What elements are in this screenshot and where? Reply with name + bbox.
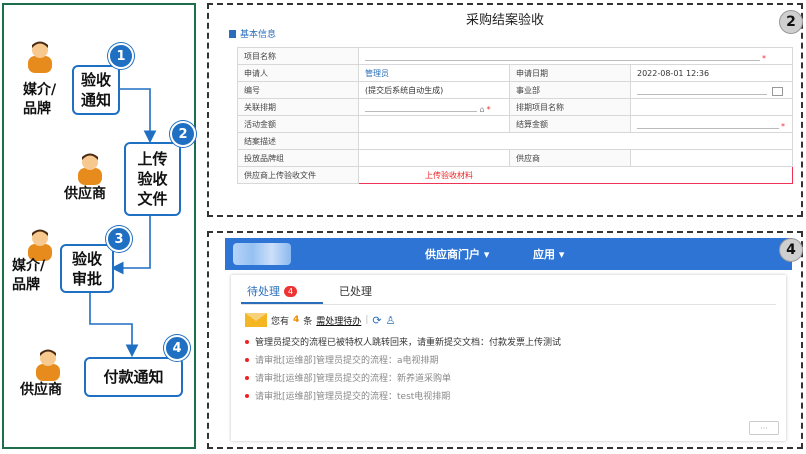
person-avatar-icon — [28, 41, 52, 73]
todo-item[interactable]: 请审批[运维部]管理员提交的流程：test电视排期 — [245, 389, 450, 402]
actor-supplier: 供应商 — [64, 186, 106, 202]
nav-supplier-portal[interactable]: 供应商门户 ▾ — [425, 246, 489, 262]
refresh-icon[interactable]: ⟳ — [372, 314, 381, 327]
step-acceptance-notice: 验收 通知 — [72, 65, 120, 115]
applicant-value[interactable]: 管理员 — [358, 64, 510, 82]
step-number-badge: 2 — [170, 121, 196, 147]
upload-acceptance-materials[interactable]: 上传验收材料 — [358, 166, 793, 184]
todo-item[interactable]: 请审批[运维部]管理员提交的流程：a电视排期 — [245, 353, 439, 366]
bullet-icon — [245, 375, 249, 380]
todo-item-text[interactable]: 请审批[运维部]管理员提交的流程：a电视排期 — [255, 353, 439, 366]
field-label: 排期项目名称 — [509, 98, 631, 116]
section-label: 基本信息 — [240, 30, 277, 40]
document-icon — [229, 29, 236, 38]
actor-media-brand: 媒介/ 品牌 — [12, 258, 46, 293]
person-avatar-icon — [78, 153, 102, 185]
form-row: 项目名称 * — [237, 47, 793, 65]
supplier-value — [630, 149, 793, 167]
acceptance-form-panel: 2 采购结案验收 基本信息 项目名称 * 申请人 管理员 申请日期 2022-0… — [207, 3, 803, 217]
picker-icon[interactable] — [771, 86, 783, 96]
bullet-icon — [245, 339, 249, 344]
form-title: 采购结案验收 — [465, 13, 544, 28]
form-row: 供应商上传验收文件 上传验收材料 — [237, 166, 793, 184]
department-input[interactable] — [630, 81, 793, 99]
pending-count-badge: 4 — [284, 286, 298, 297]
serial-number-value: (提交后系统自动生成) — [358, 81, 510, 99]
tab-divider — [241, 304, 776, 305]
envelope-icon — [245, 313, 267, 327]
field-label: 供应商上传验收文件 — [237, 166, 359, 184]
summary-prefix: 您有 — [271, 316, 290, 327]
more-button[interactable]: ··· — [749, 421, 779, 435]
person-avatar-icon — [28, 229, 52, 261]
section-basic-info: 基本信息 — [229, 27, 276, 40]
step-acceptance-approval: 验收 审批 — [60, 244, 114, 293]
field-label: 结案描述 — [237, 132, 359, 150]
user-icon[interactable]: ♙ — [386, 314, 396, 327]
form-row: 关联排期 ⌂ * 排期项目名称 — [237, 98, 793, 116]
field-label: 结算金额 — [509, 115, 631, 133]
step-number-badge: 4 — [164, 335, 190, 361]
todo-card: 待处理 4 已处理 您有 4 条 需处理待办 | ⟳ ♙ 管理员提交的流程已被特权… — [231, 275, 786, 441]
bullet-icon — [245, 357, 249, 362]
divider: | — [365, 315, 369, 325]
form-row: 结案描述 — [237, 132, 793, 150]
tab-processed[interactable]: 已处理 — [339, 283, 372, 299]
portal-nav-bar: 供应商门户 ▾ 应用 ▾ — [225, 238, 792, 270]
tab-pending[interactable]: 待处理 4 — [247, 283, 298, 299]
field-label: 申请日期 — [509, 64, 631, 82]
acceptance-form-table: 项目名称 * 申请人 管理员 申请日期 2022-08-01 12:36 编号 … — [237, 47, 793, 184]
person-avatar-icon — [36, 349, 60, 381]
actor-supplier: 供应商 — [20, 382, 62, 398]
actor-media-brand: 媒介/ 品牌 — [23, 82, 57, 117]
step-number-badge: 1 — [108, 43, 134, 69]
nav-apps[interactable]: 应用 ▾ — [533, 246, 564, 262]
field-label: 供应商 — [509, 149, 631, 167]
activity-amount-value — [358, 115, 510, 133]
step-number-badge: 3 — [106, 226, 132, 252]
field-label: 活动金额 — [237, 115, 359, 133]
upload-link[interactable]: 上传验收材料 — [425, 171, 473, 180]
tab-pending-label: 待处理 — [247, 285, 280, 298]
pending-todo-link[interactable]: 需处理待办 — [316, 314, 361, 327]
todo-summary: 您有 4 条 需处理待办 | ⟳ ♙ — [245, 313, 395, 327]
closing-description-input[interactable] — [358, 132, 793, 150]
todo-item[interactable]: 请审批[运维部]管理员提交的流程：新养道采购单 — [245, 371, 451, 384]
todo-item-text[interactable]: 请审批[运维部]管理员提交的流程：新养道采购单 — [255, 371, 451, 384]
panel-number-badge: 4 — [779, 238, 803, 262]
summary-count: 4 — [293, 315, 300, 325]
apply-date-value: 2022-08-01 12:36 — [630, 64, 793, 82]
todo-item-text[interactable]: 请审批[运维部]管理员提交的流程：test电视排期 — [255, 389, 450, 402]
settlement-amount-input[interactable]: * — [630, 115, 793, 133]
approval-flow-diagram: 媒介/ 品牌 供应商 媒介/ 品牌 供应商 验收 通知 1 上传 验收 文件 2… — [2, 3, 196, 449]
bullet-icon — [245, 393, 249, 398]
field-label: 申请人 — [237, 64, 359, 82]
summary-unit: 条 — [303, 316, 313, 327]
form-row: 编号 (提交后系统自动生成) 事业部 — [237, 81, 793, 99]
form-row: 活动金额 结算金额 * — [237, 115, 793, 133]
tag-icon[interactable]: ⌂ — [480, 105, 485, 114]
field-label: 编号 — [237, 81, 359, 99]
field-label: 投放品牌组 — [237, 149, 359, 167]
schedule-project-name-value — [630, 98, 793, 116]
form-row: 投放品牌组 供应商 — [237, 149, 793, 167]
blurred-logo — [233, 243, 291, 265]
field-label: 项目名称 — [237, 47, 359, 65]
related-schedule-input[interactable]: ⌂ * — [358, 98, 510, 116]
supplier-portal-panel: 4 供应商门户 ▾ 应用 ▾ 待处理 4 已处理 您有 4 条 需处理待办 | ⟳… — [207, 231, 803, 449]
todo-item-text[interactable]: 管理员提交的流程已被特权人跳转回来，请重新提交文档：付款发票上传测试 — [255, 335, 561, 348]
field-label: 关联排期 — [237, 98, 359, 116]
form-row: 申请人 管理员 申请日期 2022-08-01 12:36 — [237, 64, 793, 82]
project-name-input[interactable]: * — [358, 47, 793, 65]
todo-item[interactable]: 管理员提交的流程已被特权人跳转回来，请重新提交文档：付款发票上传测试 — [245, 335, 561, 348]
brand-group-value — [358, 149, 510, 167]
step-upload-acceptance-files: 上传 验收 文件 — [124, 142, 181, 216]
field-label: 事业部 — [509, 81, 631, 99]
step-payment-notice: 付款通知 — [84, 357, 183, 397]
